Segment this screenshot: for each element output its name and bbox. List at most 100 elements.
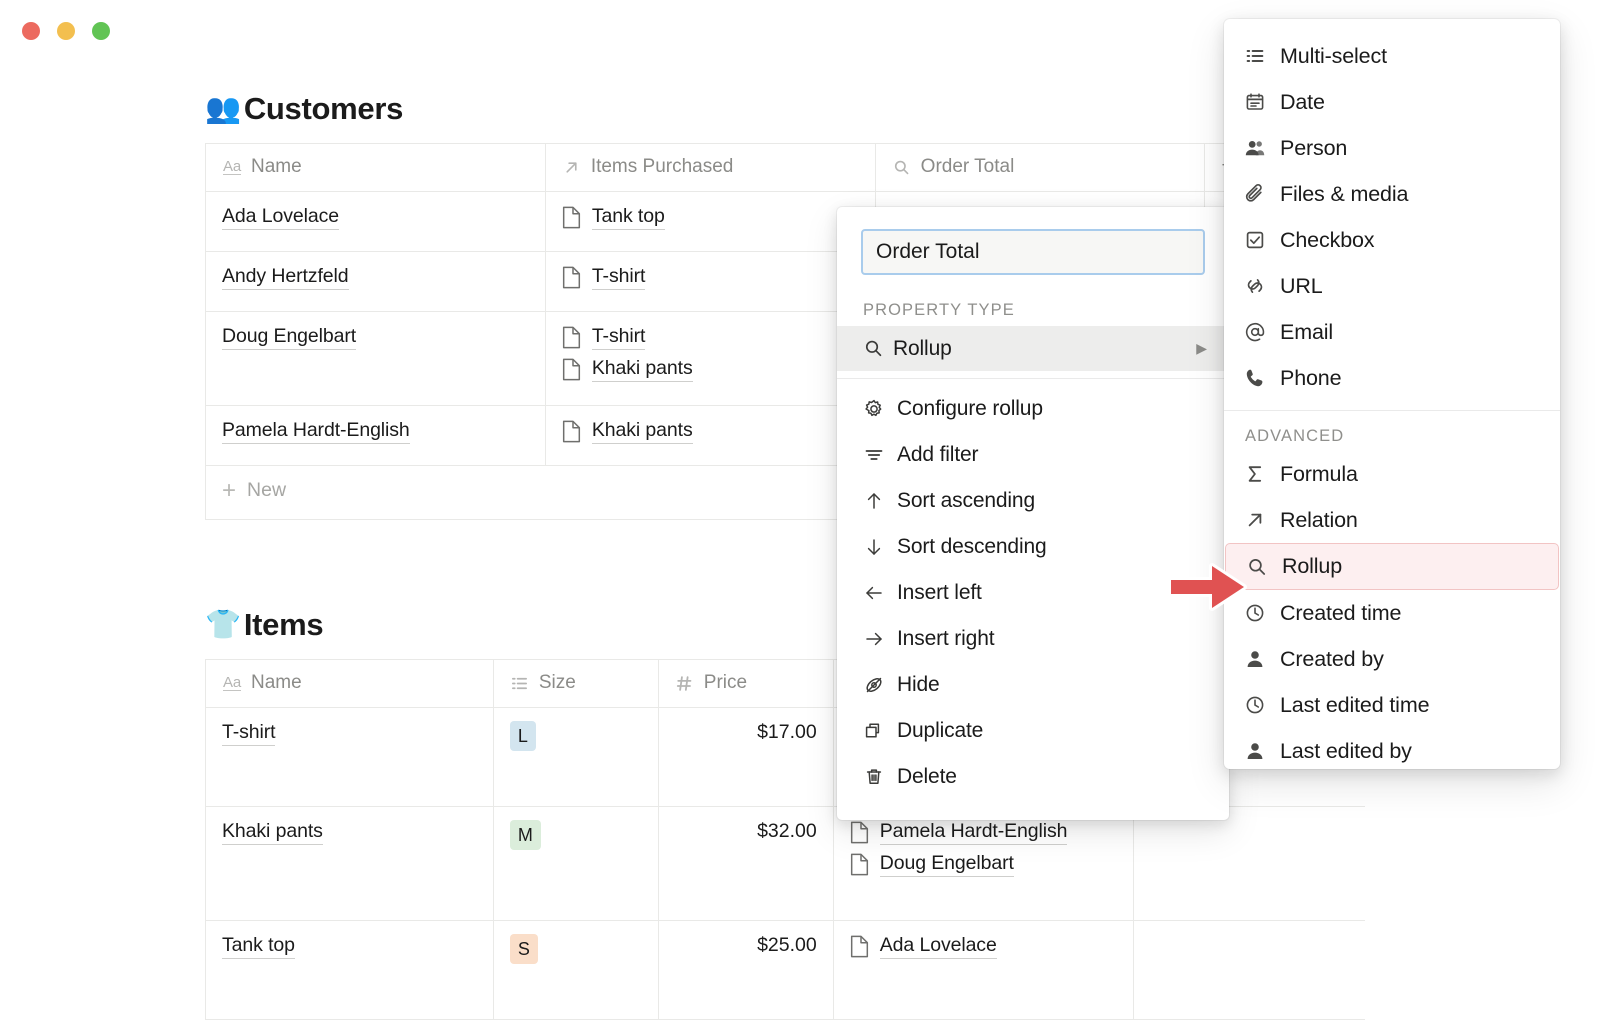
- page-link[interactable]: T-shirt: [562, 325, 859, 350]
- page-link[interactable]: T-shirt: [562, 265, 859, 290]
- cell-item-customers[interactable]: Pamela Hardt-English Doug Engelbart: [833, 807, 1133, 921]
- chevron-right-icon: ▶: [1196, 340, 1207, 357]
- menu-item-configure-rollup[interactable]: Configure rollup: [837, 386, 1229, 432]
- page-link[interactable]: Pamela Hardt-English: [850, 820, 1117, 845]
- menu-item-sort-ascending[interactable]: Sort ascending: [837, 478, 1229, 524]
- advanced-section-label: ADVANCED: [1245, 427, 1560, 446]
- property-type-label: Relation: [1280, 508, 1358, 533]
- cell-item-name[interactable]: Khaki pants: [206, 807, 494, 921]
- text-icon: Aa: [222, 157, 242, 177]
- page-link[interactable]: Khaki pants: [562, 419, 859, 444]
- menu-item-delete[interactable]: Delete: [837, 754, 1229, 800]
- cell-items-purchased[interactable]: Khaki pants: [545, 406, 875, 466]
- plus-icon: +: [222, 481, 236, 500]
- column-header-items-purchased[interactable]: Items Purchased: [545, 144, 875, 192]
- page-link[interactable]: Khaki pants: [562, 357, 859, 382]
- property-type-checkbox[interactable]: Checkbox: [1224, 217, 1560, 263]
- cell-customer-name[interactable]: Andy Hertzfeld: [206, 252, 546, 312]
- cell-item-size[interactable]: S: [493, 921, 658, 1020]
- cell-items-purchased[interactable]: T-shirt: [545, 252, 875, 312]
- arrow-left-icon: [863, 582, 897, 604]
- cell-item-size[interactable]: L: [493, 708, 658, 807]
- page-link[interactable]: Doug Engelbart: [850, 852, 1117, 877]
- page-link[interactable]: Ada Lovelace: [850, 934, 1117, 959]
- column-header-name[interactable]: Aa Name: [206, 660, 494, 708]
- menu-item-insert-right[interactable]: Insert right: [837, 616, 1229, 662]
- item-name-link[interactable]: T-shirt: [222, 721, 275, 746]
- cell-items-purchased[interactable]: Tank top: [545, 192, 875, 252]
- menu-item-label: Configure rollup: [897, 397, 1207, 421]
- customer-name-link[interactable]: Doug Engelbart: [222, 325, 356, 350]
- cell-item-size[interactable]: M: [493, 807, 658, 921]
- column-header-price[interactable]: Price: [658, 660, 833, 708]
- cell-item-name[interactable]: T-shirt: [206, 708, 494, 807]
- property-type-person[interactable]: Person: [1224, 125, 1560, 171]
- cell-customer-name[interactable]: Pamela Hardt-English: [206, 406, 546, 466]
- menu-item-label: Add filter: [897, 443, 1207, 467]
- menu-item-duplicate[interactable]: Duplicate: [837, 708, 1229, 754]
- property-type-files-media[interactable]: Files & media: [1224, 171, 1560, 217]
- sigma-icon: [1244, 463, 1280, 485]
- current-property-type-row[interactable]: Rollup ▶: [837, 326, 1229, 371]
- cell-customer-name[interactable]: Doug Engelbart: [206, 312, 546, 406]
- cell-item-price[interactable]: $32.00: [658, 807, 833, 921]
- property-type-submenu: Multi-selectDatePersonFiles & mediaCheck…: [1224, 19, 1560, 769]
- cell-item-price[interactable]: $25.00: [658, 921, 833, 1020]
- table-row: Khaki pants M$32.00 Pamela Hardt-English Do…: [206, 807, 1366, 921]
- cell-items-purchased[interactable]: T-shirt Khaki pants: [545, 312, 875, 406]
- arrow-down-icon: [863, 536, 897, 558]
- property-type-relation[interactable]: Relation: [1224, 497, 1560, 543]
- cell-spacer: [1133, 807, 1365, 921]
- page-link-label: T-shirt: [592, 325, 645, 350]
- number-icon: [675, 673, 695, 693]
- property-type-section-label: PROPERTY TYPE: [863, 301, 1229, 320]
- customers-title: 👥 Customers: [205, 88, 1265, 130]
- property-type-created-by[interactable]: Created by: [1224, 636, 1560, 682]
- column-header-order-total[interactable]: Order Total: [875, 144, 1205, 192]
- cell-item-price[interactable]: $17.00: [658, 708, 833, 807]
- cell-item-customers[interactable]: Ada Lovelace: [833, 921, 1133, 1020]
- cell-item-name[interactable]: Tank top: [206, 921, 494, 1020]
- property-type-last-edited-time[interactable]: Last edited time: [1224, 682, 1560, 728]
- property-type-rollup[interactable]: Rollup: [1225, 543, 1559, 590]
- property-type-url[interactable]: URL: [1224, 263, 1560, 309]
- text-icon: Aa: [222, 673, 242, 693]
- property-type-created-time[interactable]: Created time: [1224, 590, 1560, 636]
- person-icon: [1244, 740, 1280, 762]
- property-type-date[interactable]: Date: [1224, 79, 1560, 125]
- column-header-size[interactable]: Size: [493, 660, 658, 708]
- column-header-name[interactable]: Aa Name: [206, 144, 546, 192]
- at-icon: [1244, 321, 1280, 343]
- current-property-type-label: Rollup: [893, 337, 1196, 361]
- paperclip-icon: [1244, 183, 1280, 205]
- property-type-email[interactable]: Email: [1224, 309, 1560, 355]
- size-tag: S: [510, 934, 538, 964]
- rollup-icon: [863, 338, 893, 359]
- arrow-up-icon: [863, 490, 897, 512]
- property-type-label: Last edited by: [1280, 739, 1412, 764]
- property-type-phone[interactable]: Phone: [1224, 355, 1560, 401]
- arrow-right-icon: [863, 628, 897, 650]
- clock-icon: [1244, 602, 1280, 624]
- customer-name-link[interactable]: Ada Lovelace: [222, 205, 339, 230]
- property-type-multi-select[interactable]: Multi-select: [1224, 33, 1560, 79]
- item-name-link[interactable]: Tank top: [222, 934, 295, 959]
- menu-item-add-filter[interactable]: Add filter: [837, 432, 1229, 478]
- menu-divider: [837, 378, 1229, 379]
- multiselect-icon: [1244, 45, 1280, 67]
- page-link[interactable]: Tank top: [562, 205, 859, 230]
- property-type-label: Created time: [1280, 601, 1401, 626]
- property-type-formula[interactable]: Formula: [1224, 451, 1560, 497]
- cell-customer-name[interactable]: Ada Lovelace: [206, 192, 546, 252]
- gear-icon: [863, 398, 897, 420]
- basic-property-types-list: Multi-selectDatePersonFiles & mediaCheck…: [1224, 19, 1560, 401]
- property-type-last-edited-by[interactable]: Last edited by: [1224, 728, 1560, 769]
- customer-name-link[interactable]: Andy Hertzfeld: [222, 265, 349, 290]
- item-name-link[interactable]: Khaki pants: [222, 820, 323, 845]
- column-header-label: Name: [251, 156, 302, 178]
- menu-item-hide[interactable]: Hide: [837, 662, 1229, 708]
- trash-icon: [863, 766, 897, 788]
- property-name-input[interactable]: Order Total: [861, 229, 1205, 275]
- checkbox-icon: [1244, 229, 1280, 251]
- customer-name-link[interactable]: Pamela Hardt-English: [222, 419, 410, 444]
